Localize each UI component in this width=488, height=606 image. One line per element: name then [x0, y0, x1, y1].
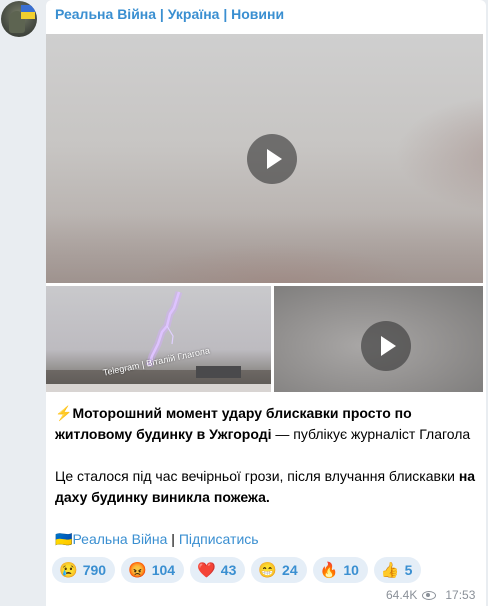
reaction-count: 10	[343, 562, 359, 578]
reaction-thumbs-up[interactable]: 👍 5	[373, 557, 422, 583]
channel-avatar[interactable]	[1, 1, 37, 37]
video-haze	[46, 213, 483, 283]
post-footer: 🇺🇦Реальна Війна | Підписатись	[55, 529, 479, 550]
reaction-count: 104	[151, 562, 176, 578]
eye-icon	[422, 590, 437, 600]
play-icon	[267, 149, 282, 169]
subscribe-link[interactable]: Підписатись	[179, 531, 259, 547]
reaction-crying[interactable]: 😢 790	[52, 557, 116, 583]
avatar-flag-yellow	[21, 12, 35, 19]
footer-separator: |	[167, 531, 179, 547]
message-time: 17:53	[445, 588, 476, 602]
thumbs-up-icon: 👍	[380, 562, 400, 579]
channel-link[interactable]: Реальна Війна	[72, 531, 167, 547]
view-count: 64.4K	[386, 588, 418, 602]
fire-icon: 🔥	[319, 562, 339, 579]
channel-name[interactable]: Реальна Війна | Україна | Новини	[55, 6, 284, 22]
message-meta: 64.4K 17:53	[386, 588, 475, 602]
reaction-count: 24	[282, 562, 298, 578]
play-button[interactable]	[247, 134, 297, 184]
grin-face-icon: 😁	[258, 562, 278, 579]
reaction-heart[interactable]: ❤️ 43	[190, 557, 246, 583]
heart-icon: ❤️	[197, 562, 216, 579]
post-body: Це сталося під час вечірньої грози, післ…	[55, 468, 459, 484]
avatar-flag-blue	[21, 5, 35, 12]
reactions-bar: 😢 790 😡 104 ❤️ 43 😁 24 🔥 10 👍 5	[52, 557, 422, 583]
lightning-emoji: ⚡	[55, 405, 73, 421]
reaction-angry[interactable]: 😡 104	[121, 557, 185, 583]
angry-face-icon: 😡	[128, 562, 147, 579]
post-paragraph-1: ⚡Моторошний момент удару блискавки прост…	[55, 403, 479, 445]
reaction-fire[interactable]: 🔥 10	[312, 557, 368, 583]
reaction-count: 43	[220, 562, 237, 578]
ukraine-flag-emoji: 🇺🇦	[55, 531, 73, 547]
reaction-count: 790	[82, 562, 107, 578]
post-source: — публікує журналіст Глагола	[271, 426, 471, 442]
play-icon	[381, 336, 396, 356]
post-paragraph-2: Це сталося під час вечірньої грози, післ…	[55, 466, 479, 508]
second-video-thumbnail[interactable]	[274, 286, 483, 392]
crying-face-icon: 😢	[59, 562, 78, 579]
lightning-photo-thumbnail[interactable]: Telegram | Віталій Глагола	[46, 286, 271, 392]
reaction-grin[interactable]: 😁 24	[251, 557, 307, 583]
main-video-thumbnail[interactable]	[46, 34, 483, 283]
lightning-bolt	[145, 290, 183, 368]
reaction-count: 5	[404, 562, 413, 578]
play-button-small[interactable]	[361, 321, 411, 371]
